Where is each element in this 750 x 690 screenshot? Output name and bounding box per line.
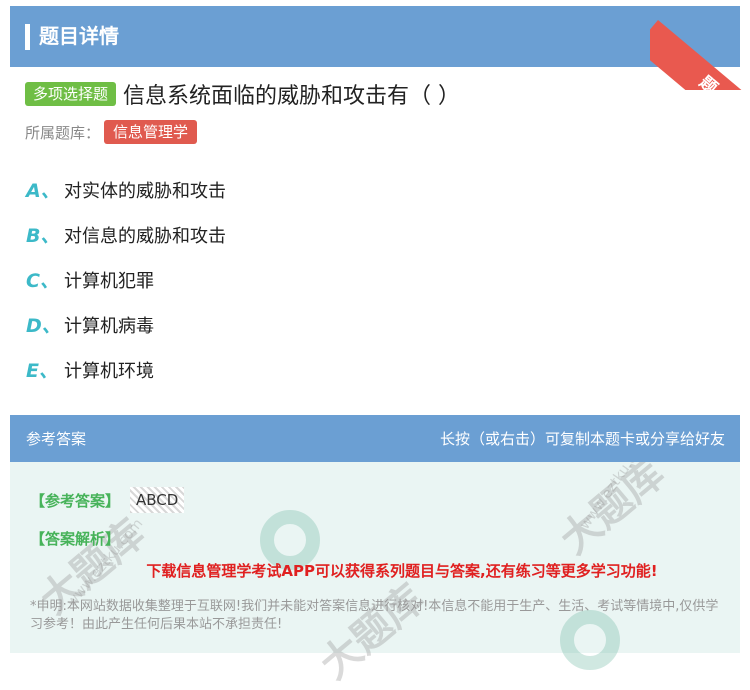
option-d[interactable]: D、 计算机病毒 [26,311,154,338]
bank-label: 所属题库： [25,123,101,142]
option-e[interactable]: E、 计算机环境 [26,356,154,383]
answer-line: 【参考答案】 ABCD [30,487,185,513]
option-letter: C、 [26,270,59,292]
bank-tag[interactable]: 信息管理学 [104,120,198,144]
answer-panel-hint: 长按（或右击）可复制本题卡或分享给好友 [439,430,725,448]
question-type-tag: 多项选择题 [25,82,117,106]
option-text: 计算机犯罪 [64,270,154,292]
option-letter: D、 [26,315,61,337]
page-title: 题目详情 [39,24,119,48]
option-b[interactable]: B、 对信息的威胁和攻击 [26,221,226,248]
app-download-link[interactable]: 下载信息管理学考试APP可以获得系列题目与答案,还有练习等更多学习功能! [10,560,750,581]
answer-label: 【参考答案】 [30,491,121,510]
answer-panel-title: 参考答案 [26,430,87,448]
option-letter: B、 [26,225,60,247]
answer-panel-header: 参考答案 长按（或右击）可复制本题卡或分享给好友 [10,415,740,462]
page-header: 题目详情 [10,6,740,67]
option-text: 计算机病毒 [64,315,154,337]
option-a[interactable]: A、 对实体的威胁和攻击 [26,176,226,203]
option-text: 对信息的威胁和攻击 [64,225,226,247]
analysis-line: 【答案解析】 [30,528,120,549]
answer-value: ABCD [130,487,185,513]
corner-ribbon[interactable]: 题卡 [650,0,750,90]
option-c[interactable]: C、 计算机犯罪 [26,266,154,293]
disclaimer-text: *申明:本网站数据收集整理于互联网!我们并未能对答案信息进行核对!本信息不能用于… [30,599,719,632]
option-text: 对实体的威胁和攻击 [64,180,226,202]
option-letter: E、 [26,360,58,382]
option-text: 计算机环境 [64,360,154,382]
header-accent-bar [25,24,30,50]
answer-panel: 大题库 www.eztku.com 大题库 www.eztku.com 大题库 … [10,415,740,688]
question-text: 信息系统面临的威胁和攻击有（ ） [123,84,461,109]
analysis-label: 【答案解析】 [30,530,121,548]
corner-badge-label: 题卡 [690,66,745,90]
bank-row: 所属题库： 信息管理学 [25,120,198,144]
option-letter: A、 [26,180,60,202]
question-row: 多项选择题 信息系统面临的威胁和攻击有（ ） [25,79,460,109]
